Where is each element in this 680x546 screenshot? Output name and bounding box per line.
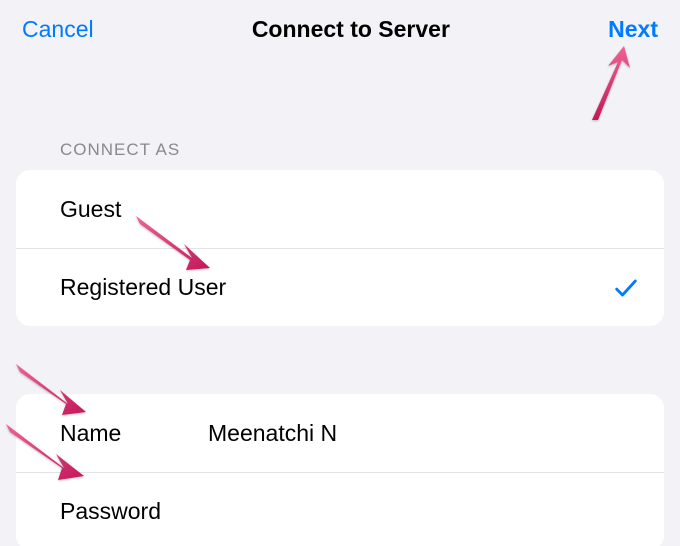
password-row[interactable]: Password: [16, 472, 664, 546]
option-guest-label: Guest: [60, 196, 121, 223]
checkmark-icon: [612, 274, 640, 302]
connect-as-group: Guest Registered User: [16, 170, 664, 326]
password-label: Password: [60, 498, 208, 525]
nav-bar: Cancel Connect to Server Next: [0, 0, 680, 58]
option-registered-user[interactable]: Registered User: [16, 248, 664, 326]
name-row[interactable]: Name: [16, 394, 664, 472]
next-button[interactable]: Next: [608, 16, 658, 43]
option-guest[interactable]: Guest: [16, 170, 664, 248]
name-field[interactable]: [208, 420, 640, 447]
name-label: Name: [60, 420, 208, 447]
password-field[interactable]: [208, 498, 640, 525]
connect-as-header: CONNECT AS: [0, 58, 680, 170]
page-title: Connect to Server: [252, 16, 450, 43]
cancel-button[interactable]: Cancel: [22, 16, 94, 43]
credentials-group: Name Password: [16, 394, 664, 546]
option-registered-label: Registered User: [60, 274, 226, 301]
